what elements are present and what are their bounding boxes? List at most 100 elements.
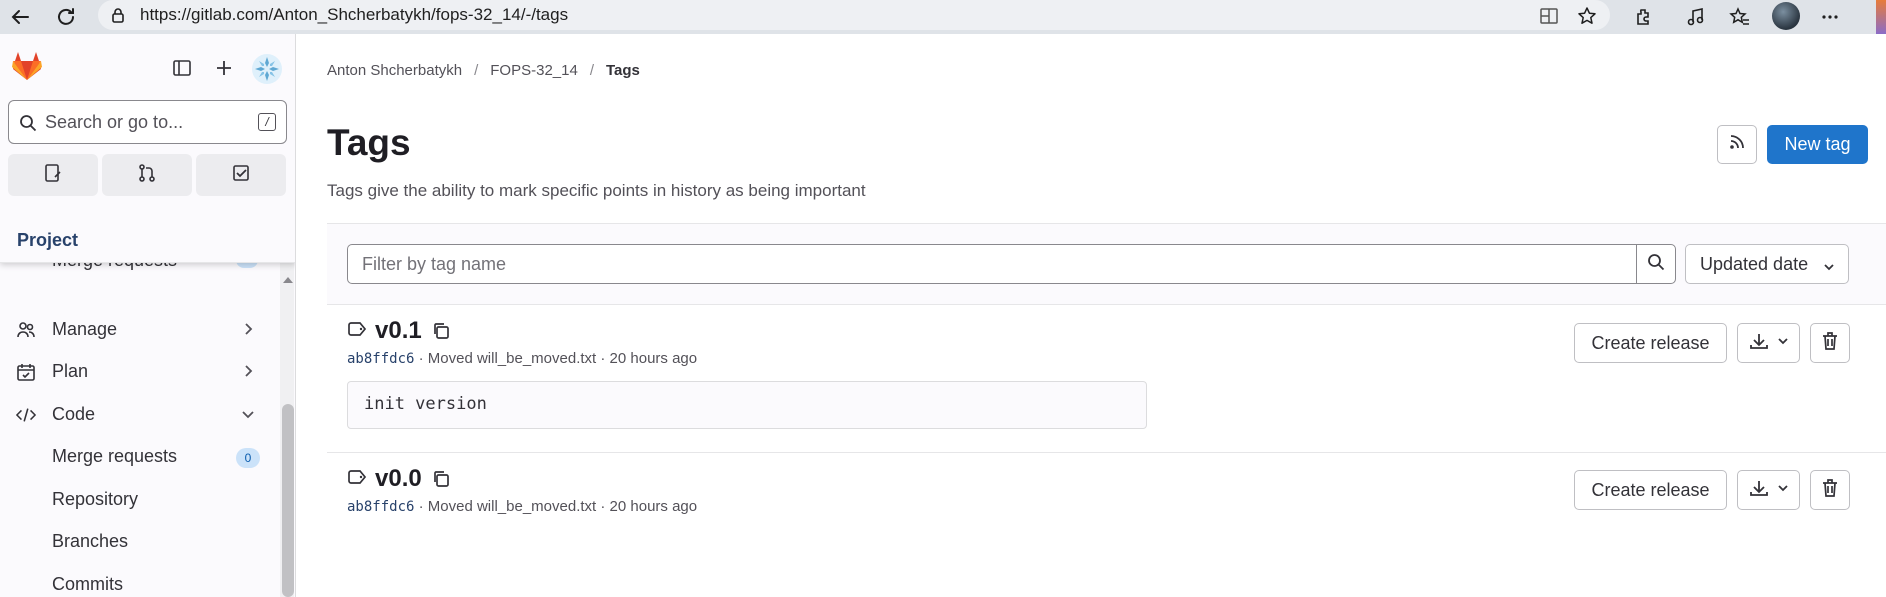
favorites-icon[interactable] (1727, 4, 1753, 30)
sidebar-item-merge-requests[interactable]: Merge requests 0 (0, 438, 280, 474)
tag-name[interactable]: v0.0 (375, 465, 422, 493)
refresh-icon[interactable] (52, 3, 80, 31)
lock-icon[interactable] (110, 7, 126, 28)
rss-button[interactable] (1717, 125, 1757, 164)
issues-icon (43, 163, 63, 188)
tag-name[interactable]: v0.1 (375, 317, 422, 345)
copy-icon[interactable] (432, 470, 450, 488)
breadcrumb-project[interactable]: FOPS-32_14 (490, 62, 578, 79)
breadcrumb-separator: / (589, 62, 594, 79)
create-release-button[interactable]: Create release (1574, 323, 1727, 363)
tag-message: init version (364, 394, 487, 414)
commit-time: 20 hours ago (609, 350, 698, 367)
sidebar-item-label: Code (52, 404, 96, 424)
count-badge: 0 (236, 448, 260, 468)
chevron-down-icon (1822, 258, 1836, 279)
tag-row: v0.0 ab8ffdc6 · Moved will_be_moved.txt … (327, 453, 1886, 543)
trash-icon (1821, 331, 1839, 356)
address-bar[interactable]: https://gitlab.com/Anton_Shcherbatykh/fo… (98, 0, 1610, 30)
tag-header: v0.0 (347, 465, 450, 493)
todo-button[interactable] (196, 154, 286, 196)
tag-message-box: init version (347, 381, 1147, 429)
sidebar-item-label: Plan (52, 361, 89, 381)
create-release-button[interactable]: Create release (1574, 470, 1727, 510)
merge-request-icon (137, 163, 157, 188)
filter-input[interactable]: Filter by tag name (347, 244, 1636, 284)
tag-commit-meta: ab8ffdc6 · Moved will_be_moved.txt · 20 … (347, 350, 697, 367)
filter-search-button[interactable] (1636, 244, 1676, 284)
scrollbar-thumb[interactable] (282, 404, 294, 597)
breadcrumb: Anton Shcherbatykh / FOPS-32_14 / Tags (327, 62, 640, 79)
sidebar-item-repository[interactable]: Repository (0, 481, 280, 517)
url-text[interactable]: https://gitlab.com/Anton_Shcherbatykh/fo… (140, 5, 568, 25)
new-tag-button[interactable]: New tag (1767, 125, 1868, 164)
search-icon (19, 114, 37, 137)
sidebar: Search or go to... / Project Merge reque… (0, 34, 296, 597)
search-input[interactable]: Search or go to... / (8, 100, 287, 144)
browser-toolbar: https://gitlab.com/Anton_Shcherbatykh/fo… (0, 0, 1886, 34)
delete-tag-button[interactable] (1810, 323, 1850, 363)
tag-row: v0.1 ab8ffdc6 · Moved will_be_moved.txt … (327, 305, 1886, 453)
download-dropdown[interactable] (1737, 323, 1800, 363)
sidebar-item-label: Commits (52, 574, 123, 594)
chevron-right-icon (240, 363, 256, 384)
tag-icon (347, 321, 367, 341)
page-description: Tags give the ability to mark specific p… (327, 181, 866, 200)
commit-time: 20 hours ago (609, 498, 698, 515)
create-new-icon[interactable] (210, 54, 238, 82)
tag-icon (347, 469, 367, 489)
commit-sha[interactable]: ab8ffdc6 (347, 499, 414, 515)
sidebar-item-plan[interactable]: Plan (0, 353, 280, 389)
profile-avatar[interactable] (1772, 2, 1800, 30)
filter-bar: Filter by tag name Updated date (327, 223, 1886, 305)
sort-label: Updated date (1700, 254, 1809, 274)
commit-sha[interactable]: ab8ffdc6 (347, 351, 414, 367)
sort-dropdown[interactable]: Updated date (1685, 244, 1849, 284)
delete-tag-button[interactable] (1810, 470, 1850, 510)
page-title: Tags (327, 122, 411, 163)
sidebar-item-label: Branches (52, 531, 129, 551)
chevron-right-icon (240, 321, 256, 342)
toggle-sidebar-icon[interactable] (168, 54, 196, 82)
media-icon[interactable] (1684, 4, 1710, 30)
meta-separator: · (418, 498, 428, 515)
section-title: Project (17, 230, 79, 250)
back-icon[interactable] (6, 3, 34, 31)
filter-placeholder: Filter by tag name (362, 254, 507, 274)
calendar-icon (16, 362, 36, 382)
breadcrumb-current[interactable]: Tags (606, 62, 640, 79)
meta-separator: · (418, 350, 428, 367)
users-icon (16, 320, 36, 340)
download-icon (1749, 332, 1769, 355)
search-placeholder: Search or go to... (45, 112, 184, 132)
search-icon (1647, 253, 1665, 276)
sidebar-item-label: Merge requests (52, 446, 178, 466)
commit-message[interactable]: Moved will_be_moved.txt (428, 350, 596, 367)
sidebar-item-commits[interactable]: Commits (0, 566, 280, 597)
tag-header: v0.1 (347, 317, 450, 345)
sidebar-item-branches[interactable]: Branches (0, 523, 280, 559)
merge-requests-button[interactable] (102, 154, 192, 196)
extensions-icon[interactable] (1631, 4, 1657, 30)
more-icon[interactable] (1817, 4, 1843, 30)
download-dropdown[interactable] (1737, 470, 1800, 510)
shortcut-key: / (258, 113, 276, 131)
copy-icon[interactable] (432, 322, 450, 340)
sidebar-item-label: Manage (52, 319, 118, 339)
gitlab-logo-icon[interactable] (10, 50, 44, 87)
sidebar-item-label: Repository (52, 489, 139, 509)
todo-icon (231, 163, 251, 188)
breadcrumb-user[interactable]: Anton Shcherbatykh (327, 62, 462, 79)
download-icon (1749, 479, 1769, 502)
edge-strip (1876, 0, 1886, 34)
scroll-up-icon[interactable] (282, 272, 294, 290)
commit-message[interactable]: Moved will_be_moved.txt (428, 498, 596, 515)
issues-button[interactable] (8, 154, 98, 196)
user-avatar[interactable] (252, 54, 282, 84)
split-view-icon[interactable] (1538, 5, 1560, 27)
favorite-star-icon[interactable] (1576, 5, 1598, 27)
sidebar-item-manage[interactable]: Manage (0, 311, 280, 347)
trash-icon (1821, 478, 1839, 503)
sidebar-item-code[interactable]: Code (0, 396, 280, 432)
meta-separator: · (600, 350, 610, 367)
